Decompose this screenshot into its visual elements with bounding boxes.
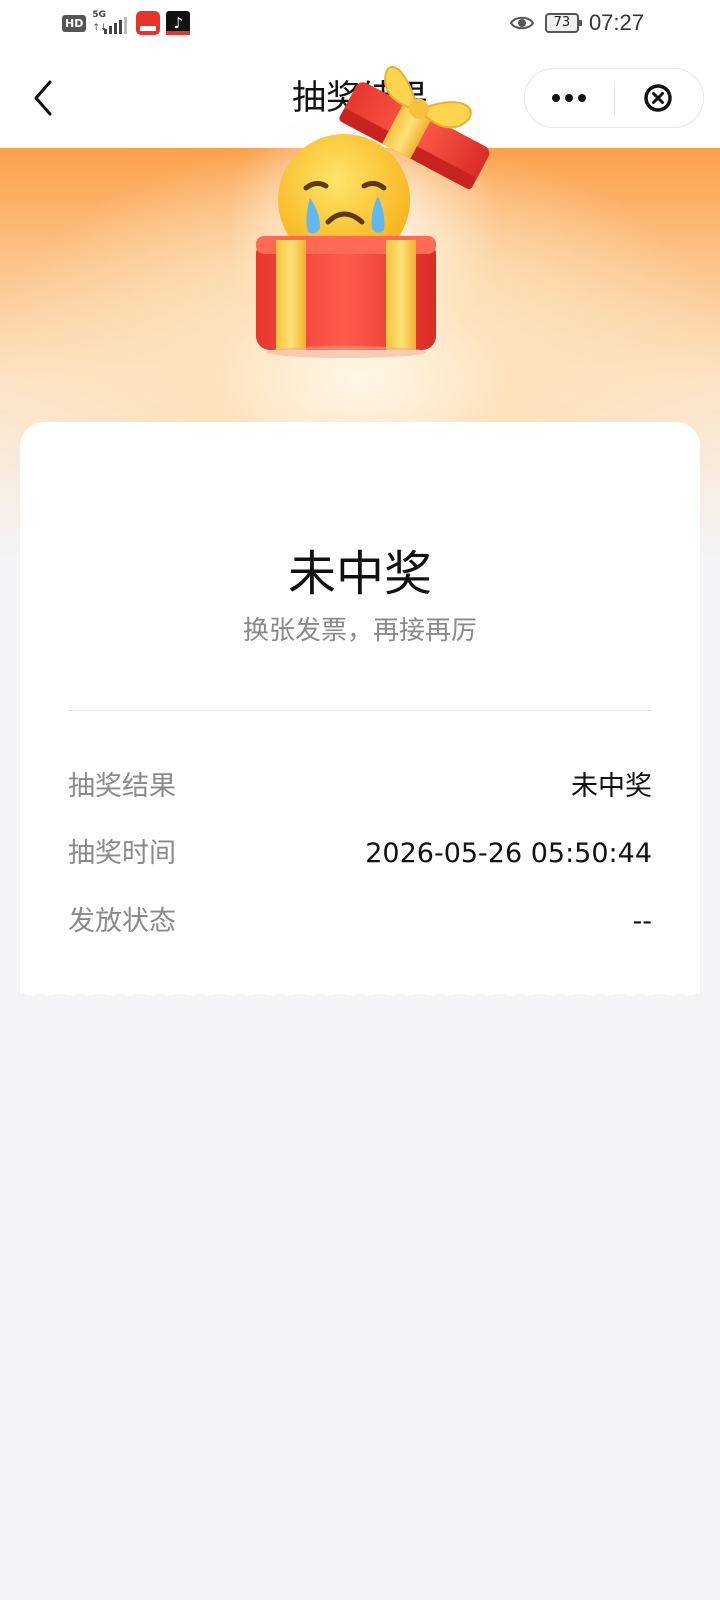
more-button[interactable] [525, 69, 614, 127]
douyin-app-icon: ♪ [166, 11, 191, 35]
status-left: HD 5G ↑↓ ♪ [62, 10, 191, 36]
status-right: 73 07:27 [509, 10, 644, 36]
more-dots-icon [552, 94, 586, 102]
detail-row-time: 抽奖时间 2026-05-26 05:50:44 [68, 834, 652, 874]
detail-label: 抽奖时间 [68, 838, 176, 869]
result-card: 未中奖 换张发票，再接再厉 抽奖结果 未中奖 抽奖时间 2026-05-26 0… [20, 422, 700, 994]
result-title: 未中奖 [287, 546, 432, 602]
close-circle-icon [644, 84, 672, 112]
detail-row-result: 抽奖结果 未中奖 [68, 767, 652, 807]
status-time: 07:27 [588, 10, 644, 35]
detail-label: 发放状态 [68, 906, 176, 937]
signal-bars [104, 17, 128, 34]
mini-program-capsule [524, 68, 704, 128]
eye-icon [509, 16, 535, 30]
close-button[interactable] [615, 69, 704, 127]
detail-row-status: 发放状态 -- [68, 902, 652, 942]
card-top-fade [20, 422, 700, 512]
result-subtitle: 换张发票，再接再厉 [242, 616, 477, 646]
battery-icon: 73 [544, 13, 582, 33]
detail-value: 2026-05-26 05:50:44 [365, 838, 652, 869]
detail-label: 抽奖结果 [68, 771, 176, 802]
detail-value: 未中奖 [571, 771, 652, 802]
signal-icon: 5G ↑↓ [92, 10, 130, 36]
card-divider [68, 710, 652, 711]
sad-emoji-gift-box [232, 66, 502, 360]
ticket-zigzag-edge [20, 986, 700, 996]
red-app-icon [136, 11, 161, 35]
hd-icon: HD [62, 14, 87, 32]
detail-value: -- [632, 906, 653, 937]
